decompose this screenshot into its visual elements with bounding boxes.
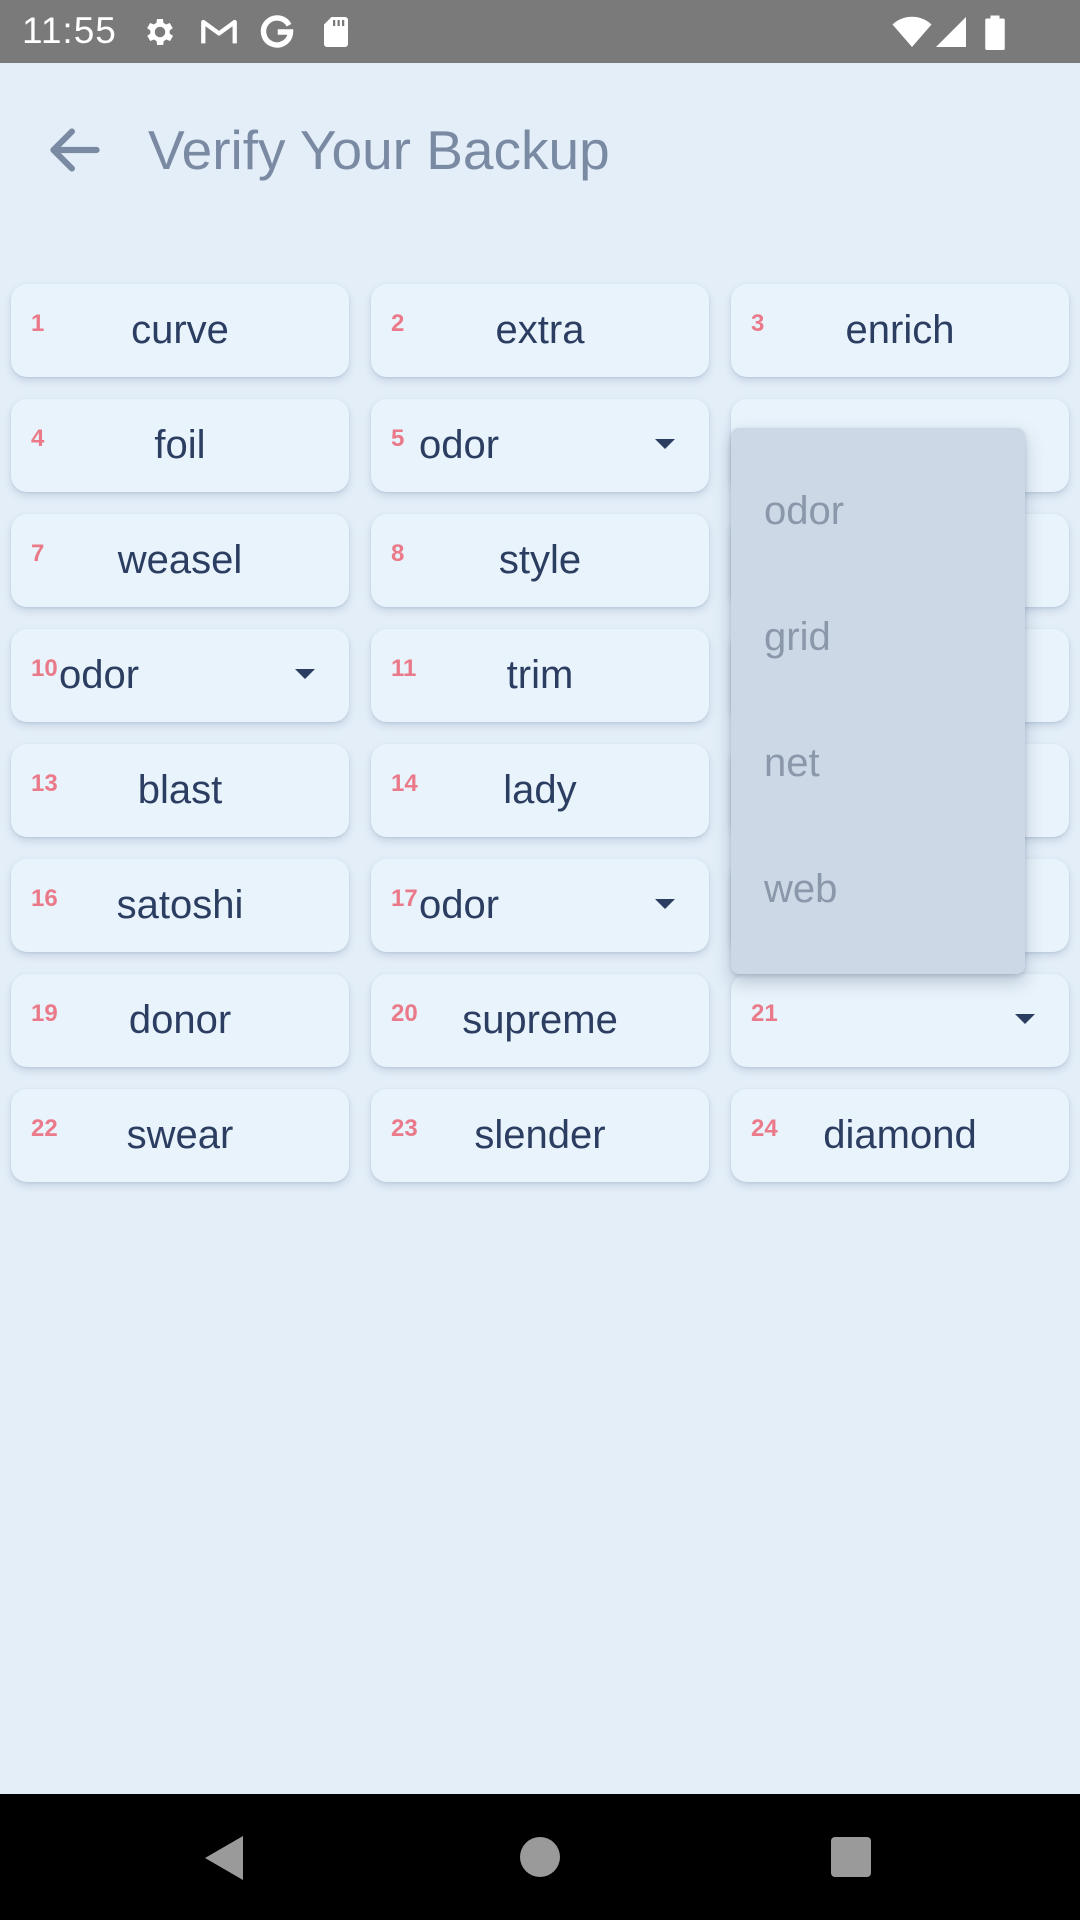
arrow-left-icon <box>50 128 100 172</box>
word-text: supreme <box>462 998 618 1042</box>
sd-card-icon <box>324 17 348 47</box>
caret-down-icon <box>655 899 675 909</box>
word-card-14: 14 lady <box>371 744 709 837</box>
word-dropdown-17[interactable]: 17 odor <box>371 859 709 952</box>
word-card-4: 4 foil <box>11 399 349 492</box>
word-text: curve <box>131 308 229 352</box>
page-title: Verify Your Backup <box>148 119 610 181</box>
nav-back-icon[interactable] <box>205 1836 243 1880</box>
status-bar: 11:55 <box>0 0 1080 63</box>
word-text: enrich <box>845 308 955 352</box>
google-icon <box>260 15 294 48</box>
word-select-value: odor <box>419 883 500 927</box>
word-card-8: 8 style <box>371 514 709 607</box>
word-index: 21 <box>751 1000 778 1027</box>
word-text: extra <box>495 308 585 352</box>
back-button[interactable] <box>38 113 112 187</box>
word-text: trim <box>506 653 574 697</box>
wifi-icon <box>892 16 932 47</box>
caret-down-icon <box>295 669 315 679</box>
word-card-22: 22 swear <box>11 1089 349 1182</box>
word-index: 10 <box>31 655 58 682</box>
word-text: swear <box>126 1113 234 1157</box>
cell-signal-icon <box>936 17 966 47</box>
word-select-value: odor <box>419 423 500 467</box>
word-card-7: 7 weasel <box>11 514 349 607</box>
word-dropdown-21[interactable]: 21 <box>731 974 1069 1067</box>
word-text: lady <box>503 768 577 812</box>
word-text: weasel <box>117 538 243 582</box>
word-card-13: 13 blast <box>11 744 349 837</box>
word-card-24: 24 diamond <box>731 1089 1069 1182</box>
status-time: 11:55 <box>22 10 117 51</box>
word-select-value: odor <box>59 653 140 697</box>
word-text: foil <box>154 423 206 467</box>
gmail-icon <box>201 19 237 44</box>
dropdown-menu: odor grid net web <box>731 428 1025 974</box>
word-card-1: 1 curve <box>11 284 349 377</box>
word-card-11: 11 trim <box>371 629 709 722</box>
word-card-19: 19 donor <box>11 974 349 1067</box>
word-index: 5 <box>391 425 405 452</box>
nav-recents-icon[interactable] <box>831 1837 871 1877</box>
word-card-23: 23 slender <box>371 1089 709 1182</box>
caret-down-icon <box>1015 1014 1035 1024</box>
word-text: slender <box>474 1113 606 1157</box>
word-text: satoshi <box>116 883 244 927</box>
word-card-2: 2 extra <box>371 284 709 377</box>
battery-icon <box>985 15 1005 50</box>
word-dropdown-10[interactable]: 10 odor <box>11 629 349 722</box>
word-card-3: 3 enrich <box>731 284 1069 377</box>
dropdown-option-grid[interactable]: grid <box>764 614 831 660</box>
dropdown-option-web[interactable]: web <box>764 866 837 912</box>
caret-down-icon <box>655 439 675 449</box>
word-dropdown-5[interactable]: 5 odor <box>371 399 709 492</box>
word-card-20: 20 supreme <box>371 974 709 1067</box>
word-card-16: 16 satoshi <box>11 859 349 952</box>
word-index: 17 <box>391 885 418 912</box>
word-text: diamond <box>823 1113 977 1157</box>
word-text: blast <box>137 768 223 812</box>
word-text: style <box>498 538 582 582</box>
dropdown-option-net[interactable]: net <box>764 740 820 786</box>
nav-bar <box>0 1794 1080 1920</box>
gear-icon <box>147 18 174 46</box>
nav-home-icon[interactable] <box>520 1837 560 1877</box>
word-text: donor <box>128 998 232 1042</box>
dropdown-option-odor[interactable]: odor <box>764 488 844 534</box>
